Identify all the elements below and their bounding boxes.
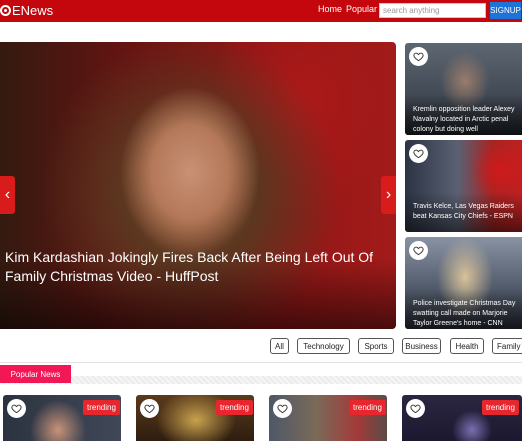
side-article-title[interactable]: Police investigate Christmas Day swattin… (413, 299, 522, 329)
heart-icon[interactable] (140, 399, 159, 418)
category-health[interactable]: Health (450, 338, 484, 354)
heart-icon[interactable] (406, 399, 425, 418)
trending-badge: trending (83, 400, 120, 415)
heart-icon[interactable] (409, 144, 428, 163)
search-input[interactable] (379, 3, 486, 18)
trending-badge: trending (349, 400, 386, 415)
hero-title[interactable]: Kim Kardashian Jokingly Fires Back After… (5, 248, 390, 286)
side-article-title[interactable]: Travis Kelce, Las Vegas Raiders beat Kan… (413, 202, 522, 222)
chevron-right-icon: › (385, 186, 392, 203)
logo[interactable]: ENews (0, 3, 53, 18)
chevron-left-icon: ‹ (4, 186, 11, 203)
side-article-title[interactable]: Kremlin opposition leader Alexey Navalny… (413, 105, 522, 135)
category-business[interactable]: Business (402, 338, 441, 354)
heart-icon[interactable] (7, 399, 26, 418)
category-technology[interactable]: Technology (297, 338, 350, 354)
popular-news-label: Popular News (0, 365, 71, 383)
carousel-prev-button[interactable]: ‹ (0, 176, 15, 214)
category-all[interactable]: All (270, 338, 289, 354)
signup-button[interactable]: SIGNUP (490, 2, 521, 19)
category-sports[interactable]: Sports (358, 338, 394, 354)
heart-icon[interactable] (273, 399, 292, 418)
nav-popular-link[interactable]: Popular (346, 4, 377, 14)
heart-icon[interactable] (409, 241, 428, 260)
heart-icon[interactable] (409, 47, 428, 66)
category-family[interactable]: Family (492, 338, 522, 354)
logo-icon (0, 5, 11, 16)
section-divider (0, 362, 522, 363)
trending-badge: trending (482, 400, 519, 415)
logo-text: ENews (12, 3, 54, 18)
carousel-next-button[interactable]: › (381, 176, 396, 214)
nav-home-link[interactable]: Home (318, 4, 342, 14)
trending-badge: trending (216, 400, 253, 415)
popular-strip (0, 376, 522, 384)
